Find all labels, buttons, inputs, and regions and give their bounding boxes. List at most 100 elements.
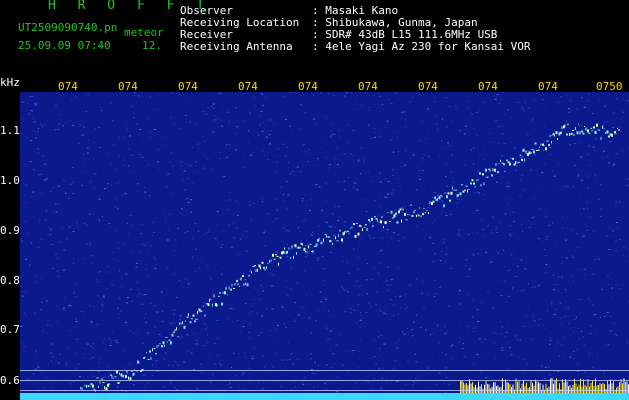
noise-pixel — [25, 326, 27, 328]
noise-pixel — [264, 181, 266, 183]
noise-pixel — [499, 321, 502, 323]
x-axis-bar: 074 074 074 074 074 074 074 074 074 0750 — [20, 74, 629, 93]
noise-pixel — [170, 92, 173, 94]
noise-pixel — [466, 325, 469, 327]
noise-pixel — [137, 190, 139, 192]
noise-pixel — [346, 261, 348, 263]
noise-pixel — [306, 253, 309, 255]
trace-pixel — [284, 247, 285, 250]
noise-pixel — [533, 316, 535, 318]
noise-pixel — [538, 237, 541, 239]
noise-pixel — [54, 129, 57, 131]
noise-pixel — [93, 347, 95, 349]
noise-pixel — [470, 292, 472, 294]
noise-pixel — [398, 363, 400, 365]
noise-pixel — [416, 314, 418, 316]
noise-pixel — [347, 177, 349, 179]
reference-line — [20, 390, 629, 391]
trace-pixel — [159, 343, 161, 345]
noise-pixel — [527, 157, 529, 159]
noise-pixel — [408, 343, 411, 345]
noise-pixel — [179, 128, 182, 130]
noise-pixel — [499, 222, 502, 224]
interference-spike — [559, 383, 560, 393]
noise-pixel — [518, 101, 520, 103]
noise-pixel — [353, 285, 356, 287]
noise-pixel — [620, 150, 623, 152]
noise-pixel — [86, 243, 89, 245]
noise-pixel — [362, 203, 364, 205]
interference-spike — [472, 382, 473, 393]
noise-pixel — [613, 322, 616, 324]
noise-pixel — [398, 339, 400, 341]
noise-pixel — [239, 238, 242, 240]
noise-pixel — [50, 352, 53, 354]
noise-pixel — [262, 104, 265, 106]
noise-pixel — [283, 322, 286, 324]
trace-pixel — [123, 374, 125, 376]
noise-pixel — [93, 142, 95, 144]
noise-pixel — [587, 226, 589, 227]
noise-pixel — [528, 226, 531, 228]
noise-pixel — [144, 312, 147, 314]
noise-pixel — [441, 200, 443, 202]
trace-pixel — [209, 298, 210, 302]
noise-pixel — [463, 382, 466, 384]
noise-pixel — [370, 180, 373, 182]
noise-pixel — [384, 361, 386, 363]
noise-pixel — [141, 303, 144, 305]
noise-pixel — [76, 221, 78, 223]
noise-pixel — [264, 367, 266, 369]
noise-pixel — [340, 286, 343, 288]
trace-pixel — [125, 375, 127, 379]
noise-pixel — [111, 332, 114, 334]
noise-pixel — [445, 254, 448, 256]
noise-pixel — [185, 122, 188, 123]
noise-pixel — [170, 250, 172, 252]
noise-pixel — [488, 307, 491, 309]
noise-pixel — [258, 135, 259, 136]
noise-pixel — [458, 202, 460, 204]
noise-pixel — [24, 221, 27, 223]
noise-pixel — [84, 152, 86, 154]
noise-pixel — [249, 322, 251, 324]
noise-pixel — [137, 207, 139, 209]
noise-pixel — [526, 150, 529, 152]
noise-pixel — [585, 275, 587, 277]
noise-pixel — [371, 279, 373, 281]
noise-pixel — [170, 148, 172, 150]
noise-pixel — [535, 197, 537, 199]
noise-pixel — [365, 120, 367, 122]
noise-pixel — [380, 309, 382, 311]
noise-pixel — [569, 144, 572, 146]
trace-pixel — [483, 182, 485, 186]
noise-pixel — [101, 305, 104, 307]
noise-pixel — [190, 306, 192, 308]
noise-pixel — [530, 169, 532, 171]
noise-pixel — [327, 338, 329, 340]
noise-pixel — [396, 131, 398, 133]
noise-pixel — [593, 314, 596, 316]
trace-pixel — [182, 321, 183, 325]
noise-pixel — [502, 175, 505, 177]
noise-pixel — [402, 331, 404, 333]
noise-pixel — [561, 130, 563, 132]
noise-pixel — [619, 201, 621, 203]
noise-pixel — [603, 125, 605, 127]
noise-pixel — [62, 180, 65, 181]
noise-pixel — [551, 169, 553, 171]
noise-pixel — [251, 305, 254, 307]
trace-pixel — [494, 168, 496, 172]
noise-pixel — [511, 117, 513, 118]
noise-pixel — [62, 269, 65, 271]
noise-pixel — [128, 165, 129, 167]
noise-pixel — [302, 200, 303, 202]
noise-pixel — [153, 258, 156, 260]
noise-pixel — [404, 384, 407, 386]
noise-pixel — [269, 238, 271, 239]
trace-pixel — [551, 141, 552, 144]
noise-pixel — [226, 351, 228, 353]
noise-pixel — [327, 92, 330, 94]
noise-pixel — [123, 159, 125, 161]
noise-pixel — [576, 210, 579, 212]
